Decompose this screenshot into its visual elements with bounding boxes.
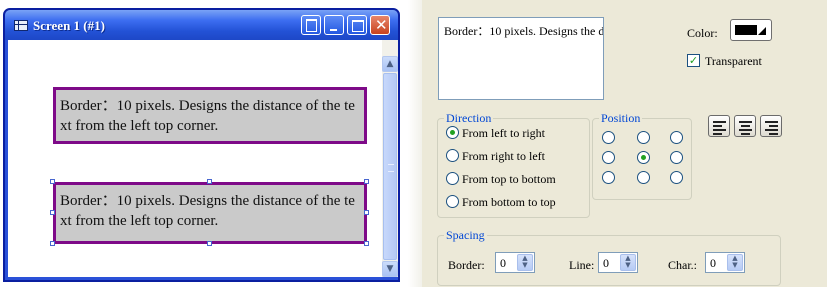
resize-handle-nw[interactable] [50, 179, 55, 184]
align-right-icon [761, 116, 783, 138]
line-spacing-stepper[interactable]: 0 ▲ ▼ [598, 252, 638, 273]
align-left-icon [709, 116, 731, 138]
line-spacing-spin-icon[interactable]: ▲ ▼ [620, 254, 636, 271]
char-spacing-label: Char.: [668, 258, 697, 272]
position-legend: Position [599, 111, 643, 126]
scroll-up-button[interactable]: ▲ [382, 56, 398, 72]
text-properties-panel: Border：10 pixels. Designs the distance o… [422, 0, 827, 287]
position-radio-middle-center[interactable] [637, 151, 650, 164]
line-spacing-label: Line: [569, 258, 595, 272]
position-radio-top-right[interactable] [670, 131, 683, 144]
window-title: Screen 1 (#1) [33, 18, 105, 33]
text-object-2-selected[interactable]: Border：10 pixels. Designs the distance o… [53, 182, 367, 244]
char-spacing-spin-icon[interactable]: ▲ ▼ [727, 254, 743, 271]
text-preview: Border：10 pixels. Designs the distance o… [438, 17, 604, 100]
color-picker-button[interactable] [730, 19, 772, 41]
transparent-checkbox[interactable]: ✓ [687, 54, 700, 67]
direction-label-left-to-right: From left to right [462, 126, 545, 140]
line-spacing-value[interactable]: 0 [603, 256, 609, 271]
text-object-1[interactable]: Border：10 pixels. Designs the distance o… [53, 87, 367, 144]
screen-canvas[interactable]: Border：10 pixels. Designs the distance o… [8, 40, 398, 277]
scrollbar-grip [388, 164, 394, 172]
window-app-icon [14, 20, 28, 31]
direction-radio-top-to-bottom[interactable] [446, 172, 459, 185]
align-right-button[interactable] [760, 115, 782, 137]
resize-handle-s[interactable] [207, 241, 212, 246]
window-titlebar[interactable]: Screen 1 (#1) ✕ [5, 10, 398, 40]
position-radio-bottom-right[interactable] [670, 171, 683, 184]
align-center-icon [735, 116, 757, 138]
direction-label-top-to-bottom: From top to bottom [462, 172, 556, 186]
transparent-label: Transparent [705, 54, 762, 68]
border-spacing-stepper[interactable]: 0 ▲ ▼ [495, 252, 535, 273]
spacing-legend: Spacing [444, 228, 487, 243]
close-icon: ✕ [375, 16, 388, 34]
char-spacing-stepper[interactable]: 0 ▲ ▼ [705, 252, 745, 273]
direction-legend: Direction [444, 111, 494, 126]
resize-handle-sw[interactable] [50, 241, 55, 246]
resize-handle-ne[interactable] [364, 179, 369, 184]
position-radio-top-center[interactable] [637, 131, 650, 144]
border-spacing-label: Border: [448, 258, 485, 272]
position-radio-middle-right[interactable] [670, 151, 683, 164]
resize-handle-w[interactable] [50, 210, 55, 215]
vertical-scrollbar[interactable]: ▲ ▼ [382, 40, 398, 277]
resize-handle-e[interactable] [364, 210, 369, 215]
resize-handle-n[interactable] [207, 179, 212, 184]
screen-window: Screen 1 (#1) ✕ Border：10 pixels. Design… [3, 8, 400, 282]
minimize-button[interactable] [324, 15, 344, 35]
direction-radio-left-to-right[interactable] [446, 126, 459, 139]
direction-radio-right-to-left[interactable] [446, 149, 459, 162]
char-spacing-value[interactable]: 0 [710, 256, 716, 271]
close-button[interactable]: ✕ [370, 15, 390, 35]
color-label: Color: [687, 26, 718, 40]
position-radio-middle-left[interactable] [602, 151, 615, 164]
resize-handle-se[interactable] [364, 241, 369, 246]
direction-label-right-to-left: From right to left [462, 149, 545, 163]
border-spacing-value[interactable]: 0 [500, 256, 506, 271]
position-radio-top-left[interactable] [602, 131, 615, 144]
align-center-button[interactable] [734, 115, 756, 137]
position-radio-bottom-left[interactable] [602, 171, 615, 184]
align-left-button[interactable] [708, 115, 730, 137]
position-radio-bottom-center[interactable] [637, 171, 650, 184]
panel-divider [408, 0, 422, 287]
scrollbar-thumb[interactable] [383, 73, 397, 260]
scroll-down-button[interactable]: ▼ [382, 261, 398, 277]
maximize-button[interactable] [347, 15, 367, 35]
border-spacing-spin-icon[interactable]: ▲ ▼ [517, 254, 533, 271]
direction-radio-bottom-to-top[interactable] [446, 195, 459, 208]
direction-label-bottom-to-top: From bottom to top [462, 195, 556, 209]
restore-button[interactable] [301, 15, 321, 35]
